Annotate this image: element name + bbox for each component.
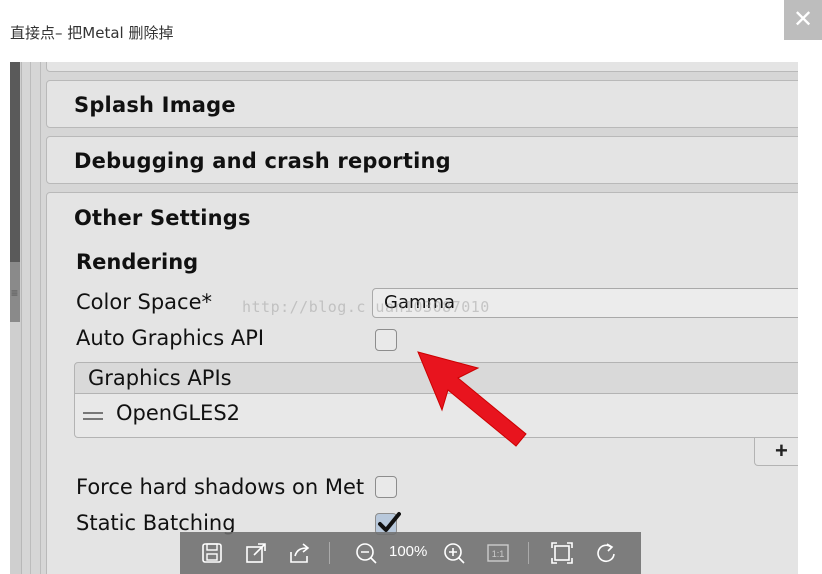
share-icon <box>290 543 310 563</box>
fit-screen-icon <box>551 542 573 564</box>
open-external-icon <box>246 543 266 563</box>
rotate-button[interactable] <box>592 532 620 574</box>
close-button[interactable]: ✕ <box>784 0 822 40</box>
zoom-out-icon <box>356 543 377 564</box>
share-button[interactable] <box>286 532 314 574</box>
zoom-level: 100% <box>389 543 428 560</box>
open-external-button[interactable] <box>242 532 270 574</box>
toolbar-separator <box>329 542 330 564</box>
toolbar-separator <box>528 542 529 564</box>
svg-text:1:1: 1:1 <box>492 549 505 559</box>
screenshot-image: ≡ Splash Image Debugging and crash repor… <box>10 62 798 574</box>
actual-size-button[interactable]: 1:1 <box>484 532 512 574</box>
viewer-toolbar: 100% 1:1 <box>180 532 641 574</box>
actual-size-icon: 1:1 <box>487 544 509 562</box>
zoom-out-button[interactable] <box>352 532 380 574</box>
red-arrow-annotation <box>417 351 527 447</box>
save-button[interactable] <box>198 532 226 574</box>
zoom-in-button[interactable] <box>440 532 468 574</box>
zoom-in-icon <box>444 543 465 564</box>
viewer-title: 直接点– 把Metal 删除掉 <box>10 24 174 42</box>
rotate-icon <box>597 543 615 563</box>
save-icon <box>202 543 222 563</box>
close-icon: ✕ <box>792 6 814 33</box>
image-viewer: 直接点– 把Metal 删除掉 ✕ ≡ Splash Image Debuggi… <box>0 0 822 574</box>
fit-screen-button[interactable] <box>548 532 576 574</box>
